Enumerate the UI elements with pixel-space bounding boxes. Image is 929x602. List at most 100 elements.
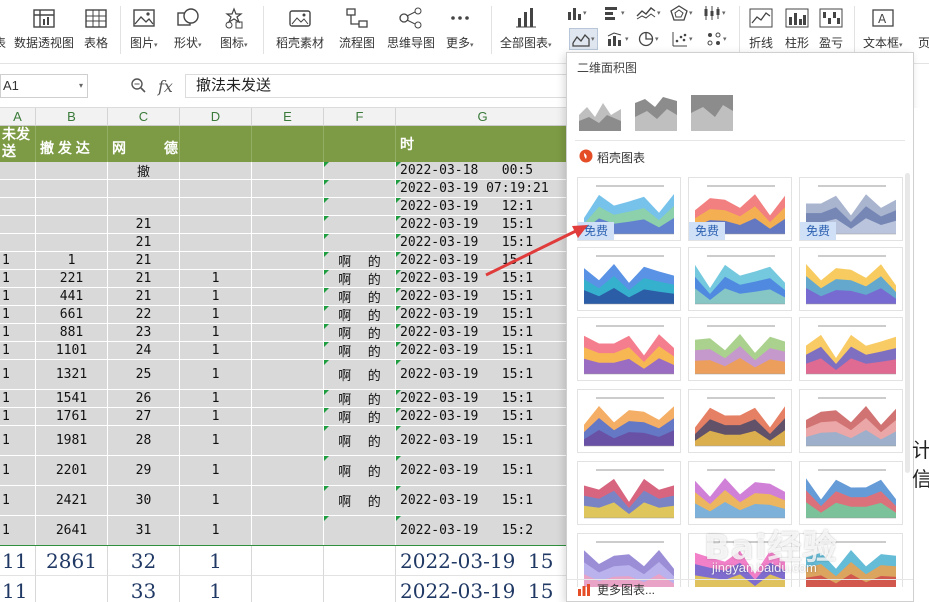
cell-a[interactable]: [0, 234, 36, 252]
cell-c[interactable]: 21: [108, 288, 180, 306]
column-header-c[interactable]: C: [108, 108, 180, 126]
column-header-f[interactable]: F: [324, 108, 396, 126]
cell-g[interactable]: 2022-03-19 07:19:21: [396, 180, 570, 198]
chart-template-card[interactable]: [688, 389, 792, 453]
cell-c[interactable]: 21: [108, 216, 180, 234]
chart-template-card[interactable]: [577, 317, 681, 381]
cell-c[interactable]: [108, 198, 180, 216]
name-box[interactable]: A1 ▾: [0, 74, 88, 98]
cell-a[interactable]: 1: [0, 306, 36, 324]
cell-e[interactable]: [252, 390, 324, 408]
cell-a[interactable]: 1: [0, 360, 36, 390]
spreadsheet-grid[interactable]: 未发 送 撤 发 达 网 德 时 撤 2022-03-18 00:5 2022-03…: [0, 126, 570, 602]
cell-e[interactable]: [252, 456, 324, 486]
chart-template-card[interactable]: 免费: [577, 177, 681, 241]
cell-c[interactable]: 21: [108, 234, 180, 252]
cell-g[interactable]: 2022-03-19 12:1: [396, 198, 570, 216]
cell-d[interactable]: 1: [180, 408, 252, 426]
cell-g[interactable]: 2022-03-19 15:2: [396, 516, 570, 546]
cell-c[interactable]: 30: [108, 486, 180, 516]
cell-b[interactable]: 221: [36, 270, 108, 288]
zoom-icon[interactable]: [130, 77, 146, 96]
chart-template-card[interactable]: [577, 461, 681, 525]
cell-f[interactable]: 啊 的: [324, 390, 396, 408]
cell-e[interactable]: [252, 546, 324, 576]
chart-template-card[interactable]: [799, 389, 903, 453]
cell-c[interactable]: 28: [108, 426, 180, 456]
chart-template-card[interactable]: [799, 317, 903, 381]
cell-b[interactable]: [36, 234, 108, 252]
area-chart-dropdown[interactable]: ▾: [569, 28, 598, 50]
combo-chart-dropdown[interactable]: ▾: [606, 28, 629, 50]
cell-g[interactable]: 2022-03-19 15: [396, 546, 570, 576]
cell-d[interactable]: 1: [180, 546, 252, 576]
cell-g[interactable]: 2022-03-19 15:1: [396, 390, 570, 408]
cell-g[interactable]: 2022-03-19 15:1: [396, 342, 570, 360]
chart-template-card[interactable]: [799, 461, 903, 525]
cell-e[interactable]: [252, 162, 324, 180]
cell-d[interactable]: 1: [180, 390, 252, 408]
cell-f[interactable]: 啊 的: [324, 324, 396, 342]
cell-e[interactable]: [252, 426, 324, 456]
cell-f[interactable]: [324, 216, 396, 234]
cell-f[interactable]: [324, 198, 396, 216]
more-charts-link[interactable]: 更多图表...: [567, 579, 913, 601]
cell-e[interactable]: [252, 252, 324, 270]
cell-g[interactable]: 2022-03-19 15: [396, 576, 570, 602]
cell-g[interactable]: 2022-03-19 15:1: [396, 456, 570, 486]
cell-b[interactable]: 2861: [36, 546, 108, 576]
panel-scrollbar[interactable]: [905, 173, 910, 473]
cell-e[interactable]: [252, 408, 324, 426]
column-header-d[interactable]: D: [180, 108, 252, 126]
cell-g[interactable]: 2022-03-19 15:1: [396, 408, 570, 426]
cell-f[interactable]: 啊 的: [324, 252, 396, 270]
all-charts-button[interactable]: 全部图表▾: [500, 2, 552, 58]
cell-c[interactable]: 27: [108, 408, 180, 426]
cell-b[interactable]: 2201: [36, 456, 108, 486]
cell-d[interactable]: 1: [180, 342, 252, 360]
cell-b[interactable]: [36, 576, 108, 602]
cell-f[interactable]: [324, 576, 396, 602]
sparkline-column-button[interactable]: 柱形: [785, 2, 809, 58]
stock-chart-dropdown[interactable]: ▾: [703, 2, 726, 24]
cell-d[interactable]: 1: [180, 576, 252, 602]
column-header-g[interactable]: G: [396, 108, 570, 126]
cell-d[interactable]: [180, 198, 252, 216]
cell-a[interactable]: 1: [0, 324, 36, 342]
cell-f[interactable]: [324, 516, 396, 546]
cell-f[interactable]: 啊 的: [324, 288, 396, 306]
cell-d[interactable]: [180, 216, 252, 234]
other-chart-dropdown[interactable]: ▾: [706, 28, 727, 50]
cell-g[interactable]: 2022-03-19 15:1: [396, 360, 570, 390]
cell-a[interactable]: 11: [0, 546, 36, 576]
cell-b[interactable]: [36, 198, 108, 216]
cell-e[interactable]: [252, 324, 324, 342]
cell-a[interactable]: [0, 198, 36, 216]
scatter-chart-dropdown[interactable]: ▾: [672, 28, 693, 50]
cell-e[interactable]: [252, 234, 324, 252]
cell-a[interactable]: 11: [0, 576, 36, 602]
cell-b[interactable]: 2421: [36, 486, 108, 516]
function-icon[interactable]: fx: [158, 77, 173, 96]
cell-c[interactable]: 33: [108, 576, 180, 602]
cell-g[interactable]: 2022-03-19 15:1: [396, 306, 570, 324]
cell-e[interactable]: [252, 198, 324, 216]
cell-e[interactable]: [252, 180, 324, 198]
cell-e[interactable]: [252, 288, 324, 306]
cell-b[interactable]: 661: [36, 306, 108, 324]
cell-g[interactable]: 2022-03-19 15:1: [396, 324, 570, 342]
cell-b[interactable]: 2641: [36, 516, 108, 546]
cell-f[interactable]: 啊 的: [324, 426, 396, 456]
cell-d[interactable]: 1: [180, 288, 252, 306]
cell-g[interactable]: 2022-03-18 00:5: [396, 162, 570, 180]
cell-e[interactable]: [252, 342, 324, 360]
cell-g[interactable]: 2022-03-19 15:1: [396, 270, 570, 288]
docer-material-button[interactable]: 稻壳素材: [276, 2, 324, 58]
cell-c[interactable]: 23: [108, 324, 180, 342]
cell-e[interactable]: [252, 270, 324, 288]
cell-d[interactable]: 1: [180, 426, 252, 456]
cell-g[interactable]: 2022-03-19 15:1: [396, 486, 570, 516]
icons-button[interactable]: 图标▾: [220, 2, 248, 58]
area-chart-thumbnail[interactable]: [577, 93, 623, 133]
cell-c[interactable]: 21: [108, 270, 180, 288]
